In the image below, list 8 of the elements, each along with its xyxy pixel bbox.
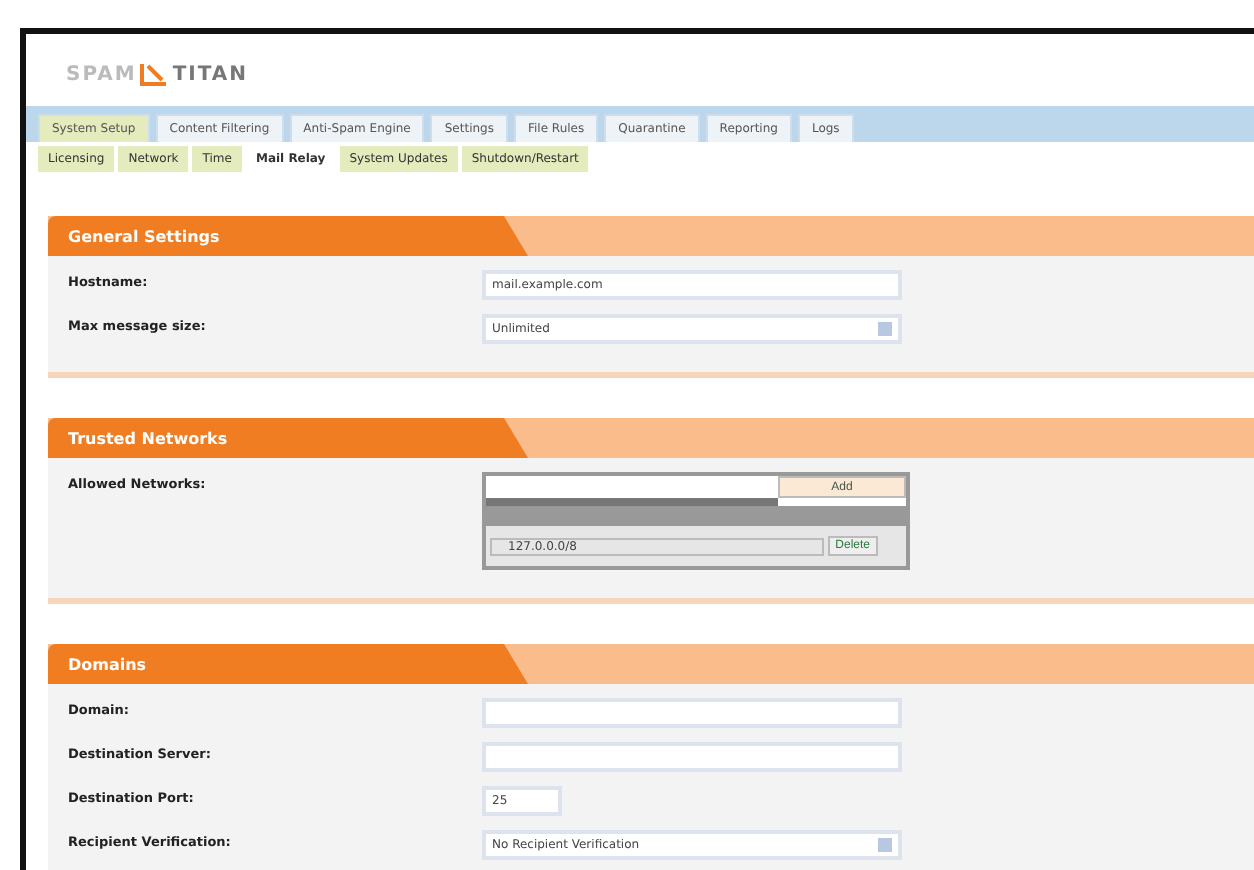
text-field[interactable] (482, 698, 902, 728)
section-title: Domains (48, 644, 528, 684)
logo-text: TITAN (172, 63, 249, 85)
section-title: Trusted Networks (48, 418, 528, 458)
section-title: General Settings (48, 216, 528, 256)
text-field[interactable] (482, 742, 902, 772)
logo-icon (140, 62, 169, 86)
logo-text: SPAM (66, 63, 137, 85)
